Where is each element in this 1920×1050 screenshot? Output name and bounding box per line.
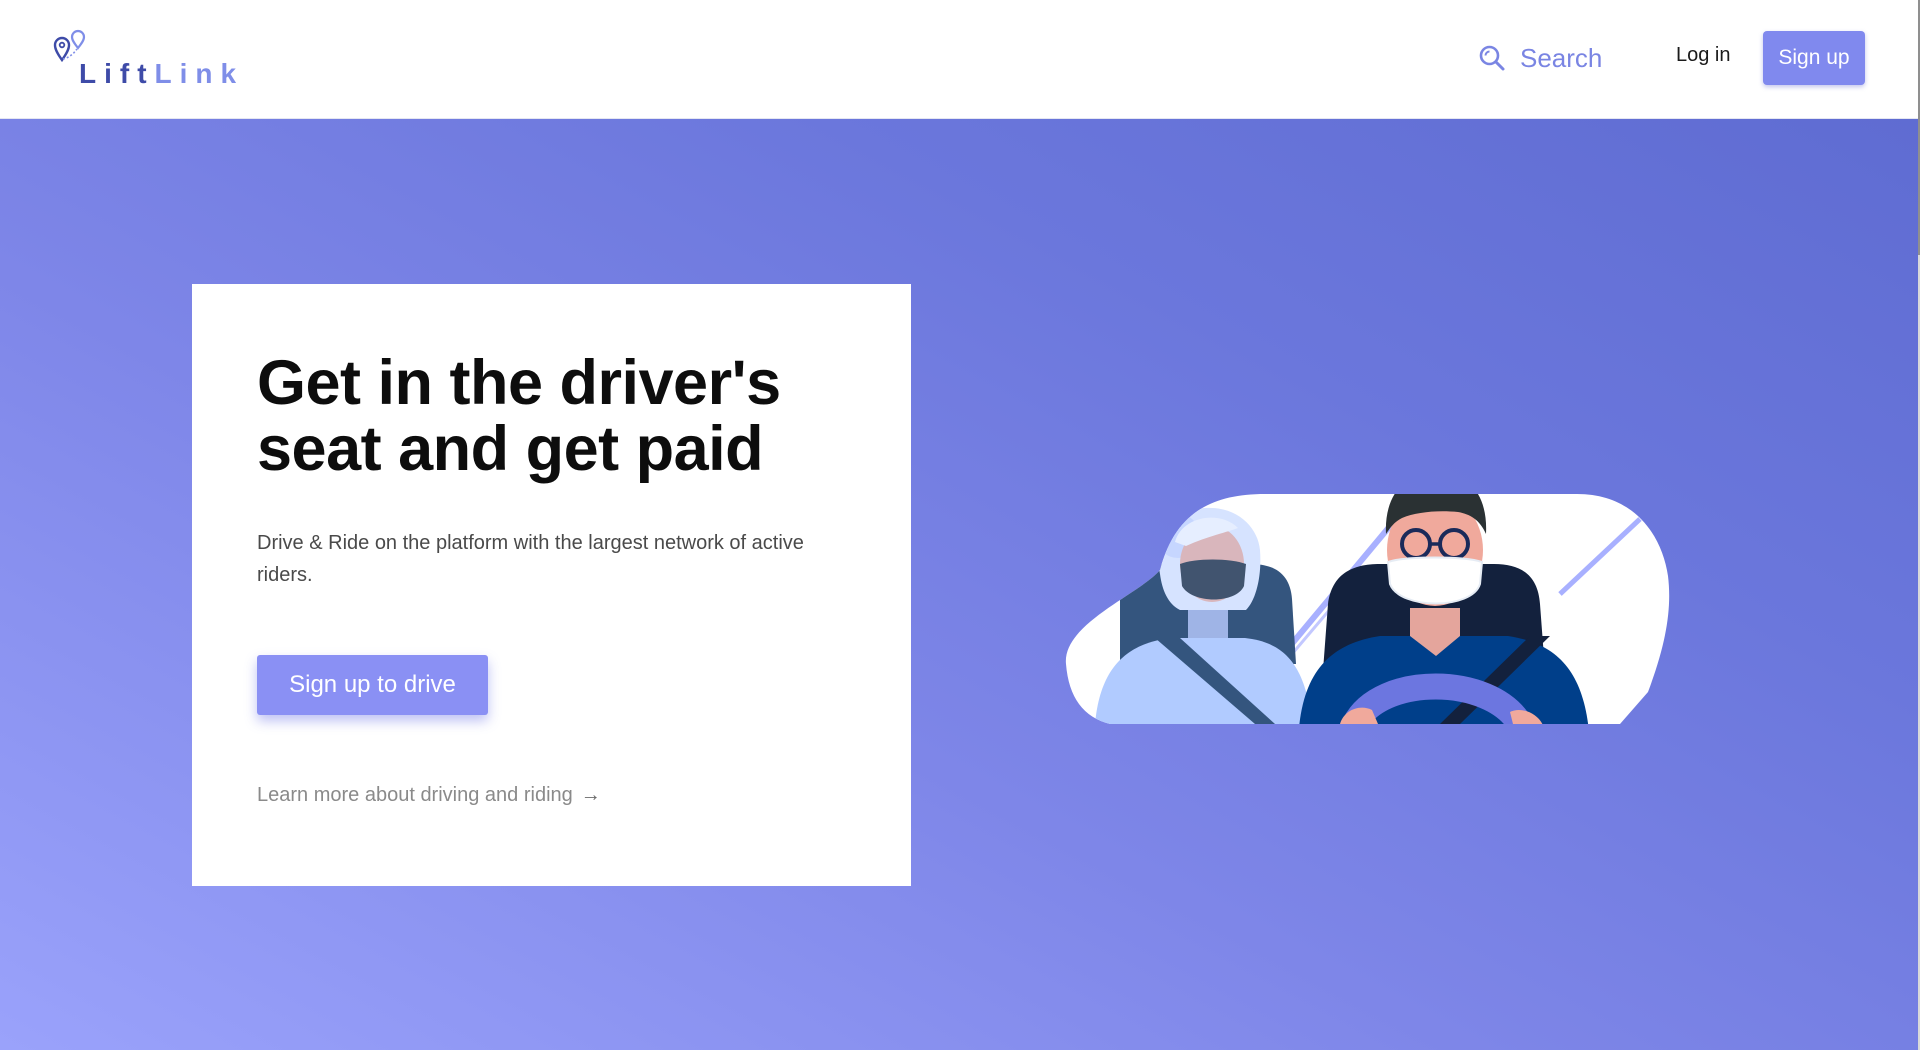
search-button[interactable]: Search (1478, 38, 1602, 78)
logo-text-secondary: Link (154, 58, 245, 89)
learn-more-label: Learn more about driving and riding (257, 784, 573, 806)
hero-section: Get in the driver's seat and get paid Dr… (0, 119, 1918, 1050)
hero-card: Get in the driver's seat and get paid Dr… (192, 284, 911, 886)
logo-text-primary: Lift (79, 58, 155, 89)
signup-button[interactable]: Sign up (1763, 31, 1865, 85)
arrow-right-icon: → (580, 784, 601, 806)
logo-text: LiftLink (79, 58, 244, 90)
login-link[interactable]: Log in (1676, 44, 1731, 67)
page: LiftLink Search Log in Sign up Get in th… (0, 0, 1920, 1050)
hero-subtitle: Drive & Ride on the platform with the la… (257, 532, 804, 586)
driver-passenger-illustration (1065, 494, 1670, 724)
logo[interactable]: LiftLink (52, 28, 242, 90)
site-header: LiftLink Search Log in Sign up (0, 0, 1918, 119)
learn-more-link[interactable]: Learn more about driving and riding → (257, 784, 601, 807)
search-icon (1479, 45, 1505, 71)
hero-title: Get in the driver's seat and get paid (257, 348, 781, 484)
signup-to-drive-button[interactable]: Sign up to drive (257, 655, 488, 715)
search-label: Search (1520, 42, 1603, 73)
